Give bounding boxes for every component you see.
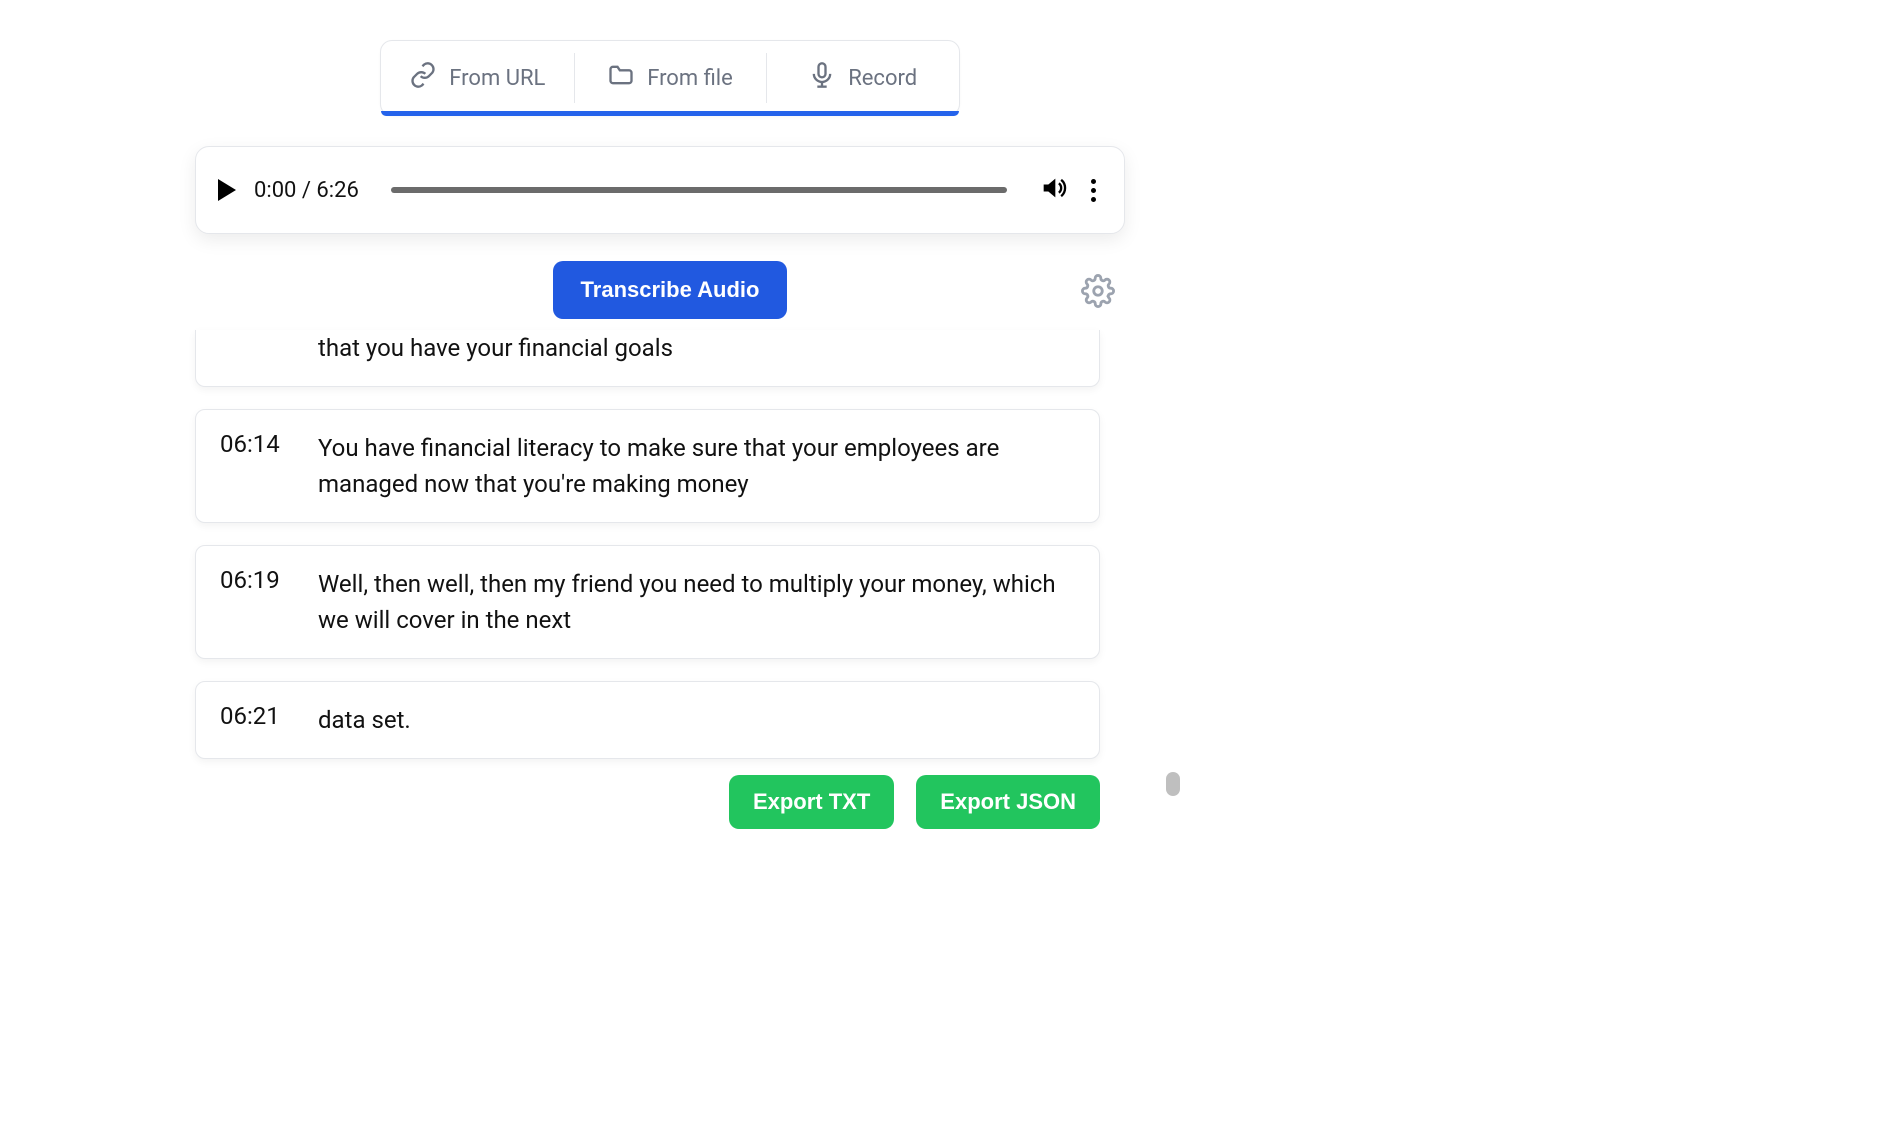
transcript-segment[interactable]: 06:21 data set. [195, 681, 1100, 759]
tab-label: Record [848, 66, 917, 91]
gear-icon [1081, 293, 1115, 312]
transcribe-button[interactable]: Transcribe Audio [553, 261, 788, 319]
play-button[interactable] [218, 179, 236, 201]
more-options-icon[interactable] [1085, 179, 1102, 202]
microphone-icon [808, 61, 836, 95]
export-json-button[interactable]: Export JSON [916, 775, 1100, 829]
seek-bar[interactable] [391, 187, 1007, 193]
audio-player: 0:00 / 6:26 [195, 146, 1125, 234]
segment-text: that you have your financial goals [318, 330, 673, 366]
transcript-list: that you have your financial goals 06:14… [195, 330, 1100, 759]
tab-record[interactable]: Record [766, 41, 959, 115]
folder-icon [607, 61, 635, 95]
tab-from-url[interactable]: From URL [381, 41, 574, 115]
link-icon [409, 61, 437, 95]
volume-icon[interactable] [1039, 174, 1067, 206]
export-txt-button[interactable]: Export TXT [729, 775, 894, 829]
segment-text: data set. [318, 702, 411, 738]
transcript-segment[interactable]: 06:14 You have financial literacy to mak… [195, 409, 1100, 523]
tab-from-file[interactable]: From file [574, 41, 767, 115]
segment-text: Well, then well, then my friend you need… [318, 566, 1075, 638]
app-container: From URL From file Record 0:00 / 6:26 Tr [195, 40, 1145, 829]
segment-timestamp: 06:21 [220, 702, 290, 738]
settings-button[interactable] [1081, 274, 1115, 312]
export-row: Export TXT Export JSON [195, 775, 1100, 829]
tabs-active-indicator [381, 111, 959, 116]
transcript-segment[interactable]: 06:19 Well, then well, then my friend yo… [195, 545, 1100, 659]
source-tabs: From URL From file Record [380, 40, 960, 116]
tab-label: From URL [449, 66, 545, 91]
segment-timestamp: 06:14 [220, 430, 290, 502]
tab-label: From file [647, 66, 733, 91]
action-row: Transcribe Audio [195, 260, 1145, 320]
transcript-segment[interactable]: that you have your financial goals [195, 330, 1100, 387]
scrollbar-thumb[interactable] [1166, 772, 1180, 796]
player-time: 0:00 / 6:26 [254, 178, 359, 203]
segment-timestamp: 06:19 [220, 566, 290, 638]
segment-text: You have financial literacy to make sure… [318, 430, 1075, 502]
